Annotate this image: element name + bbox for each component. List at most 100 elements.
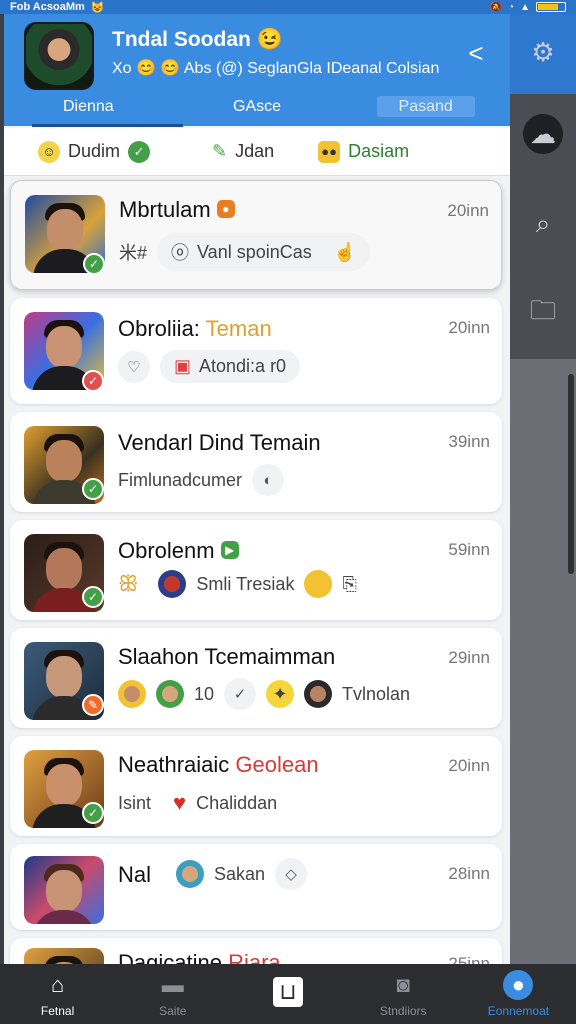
chat-item[interactable]: ✓ Vendarl Dind Temain 39inn Fimlunadcume… <box>10 412 502 512</box>
chat-item[interactable]: Dagicatine Riara 25inn <box>10 938 502 964</box>
preview-text: Smli Tresiak <box>196 573 295 594</box>
chat-name-text: Mbrtulam <box>119 197 211 222</box>
online-check-icon: ✓ <box>82 478 104 500</box>
chat-name-text: Neathraiaic <box>118 752 230 777</box>
chat-time: 20inn <box>447 201 489 220</box>
document-icon: ⎘ <box>342 573 357 594</box>
mini-avatar <box>158 570 187 598</box>
chat-preview: ꕥ Smli Tresiak ⎘ <box>118 570 357 598</box>
settings-icon[interactable]: ⚙ <box>523 32 563 72</box>
preview-pill[interactable]: ▣ Atondi:a r0 <box>160 350 301 383</box>
side-rail: ⚙ ☁ ⌕ 🗀 <box>510 14 576 969</box>
alert-badge-icon: ✓ <box>82 370 104 392</box>
chat-name: Nal <box>118 862 152 887</box>
chat-item[interactable]: ✎ Slaahon Tcemaimman 29inn 10 ✓ ✦ Tvlnol… <box>10 628 502 728</box>
preview-pill[interactable]: ⓞ Vanl spoinCas ☝ <box>157 233 371 271</box>
chat-item[interactable]: Nal 28inn Sakan ◇ <box>10 844 502 930</box>
chat-time: 28inn <box>448 864 490 883</box>
profile-avatar[interactable] <box>24 22 94 90</box>
heart-icon[interactable]: ♡ <box>118 350 150 383</box>
chat-name: Vendarl Dind Temain <box>118 430 321 455</box>
media-icon: ▣ <box>174 356 192 376</box>
chat-bubble-nav-icon: ◙ <box>396 972 410 997</box>
check-icon: ✓ <box>128 140 151 163</box>
chat-name-accent: Teman <box>205 316 272 341</box>
chat-name: Obroliia: Teman <box>118 316 272 342</box>
smile-emoji-icon <box>304 570 333 598</box>
profile-title: Tndal Soodan 😉 <box>112 28 283 52</box>
nav-center[interactable]: ⊔ <box>230 964 345 1024</box>
mini-avatar <box>304 680 333 708</box>
online-check-icon: ✓ <box>83 253 105 275</box>
chat-item[interactable]: ✓ Neathraiaic Geolean 20inn Isint ♥ Chal… <box>10 736 502 836</box>
heart-icon: ♥ <box>173 790 187 815</box>
chat-item[interactable]: ✓ Mbrtulam ● 20inn 米# ⓞ Vanl spoinCas ☝ <box>10 180 502 290</box>
touch-icon: ☝ <box>333 241 357 262</box>
preview-text: Vanl spoinCas <box>197 241 312 262</box>
filter-dasiam[interactable]: ●● Dasiam <box>318 140 410 163</box>
tab-label: GAsce <box>233 98 282 115</box>
tab-dienna[interactable]: Dienna <box>4 94 183 127</box>
preview-text: Tvlnolan <box>342 683 411 704</box>
nav-saite[interactable]: ▬ Saite <box>115 964 230 1024</box>
preview-prefix: Isint <box>118 792 152 813</box>
profile-title-text: Tndal Soodan <box>112 28 251 51</box>
mini-avatar <box>176 860 204 888</box>
preview-text: Fimlunadcumer <box>118 469 243 490</box>
tag-icon: ● <box>216 200 235 219</box>
nav-eonnemoat[interactable]: ● Eonnemoat <box>461 964 576 1024</box>
chat-item[interactable]: ✓ Obrolenm ▶ 59inn ꕥ Smli Tresiak ⎘ <box>10 520 502 620</box>
mini-avatar <box>156 680 184 708</box>
chat-time: 29inn <box>448 648 490 667</box>
preview-text: Sakan <box>214 863 266 884</box>
share-icon[interactable]: < <box>460 38 492 70</box>
chat-time: 59inn <box>448 540 490 559</box>
wifi-icon: ◔ <box>508 1 515 13</box>
folder-icon[interactable]: 🗀 <box>523 294 563 334</box>
chat-preview: ♡ ▣ Atondi:a r0 <box>118 350 301 383</box>
preview-count: 10 <box>194 683 215 704</box>
home-icon: ⌂ <box>50 972 65 997</box>
filter-label: Jdan <box>235 141 275 161</box>
tab-label: Pasand <box>376 96 475 117</box>
signal-icon: ▲ <box>520 1 530 13</box>
chat-preview: Fimlunadcumer ◐ <box>118 464 285 496</box>
avatar <box>24 856 104 924</box>
chat-bubble-icon[interactable]: ☁ <box>523 114 563 154</box>
rail-content <box>510 359 576 969</box>
online-check-icon: ✓ <box>82 802 104 824</box>
preview-prefix: 米# <box>119 243 148 263</box>
chat-preview: 10 ✓ ✦ Tvlnolan <box>118 678 410 710</box>
chat-name-text: Obrolenm <box>118 538 215 563</box>
avatar <box>24 948 104 964</box>
profile-header: Tndal Soodan 😉 Xo 😊 😊 Abs (@) SeglanGla … <box>4 14 510 127</box>
tab-pasand[interactable]: Pasand <box>341 94 510 126</box>
chat-name-accent: Geolean <box>235 752 319 777</box>
edit-badge-icon: ✎ <box>82 694 104 716</box>
app-label: Fob AcsoaMm <box>10 1 85 13</box>
chat-time: 25inn <box>448 954 490 964</box>
profile-nav-icon: ● <box>503 970 534 1000</box>
nav-home[interactable]: ⌂ Fetnal <box>0 964 115 1024</box>
nav-stndiiors[interactable]: ◙ Stndiiors <box>346 964 461 1024</box>
chat-name: Dagicatine Riara <box>118 950 281 964</box>
mini-avatar <box>118 680 146 708</box>
nav-label: Saite <box>159 1004 187 1018</box>
hands-icon: ꕥ <box>118 571 139 596</box>
search-icon[interactable]: ⌕ <box>523 204 563 244</box>
tab-gasce[interactable]: GAsce <box>173 94 342 126</box>
chat-item[interactable]: ✓ Obroliia: Teman 20inn ♡ ▣ Atondi:a r0 <box>10 298 502 404</box>
nav-label: Stndiiors <box>379 1004 427 1018</box>
chat-name: Mbrtulam ● <box>119 197 235 223</box>
filter-dudim[interactable]: ☺ Dudim ✓ <box>38 140 151 163</box>
filter-label: Dasiam <box>348 141 410 161</box>
info-icon[interactable]: ◐ <box>252 464 285 496</box>
check-icon[interactable]: ✓ <box>224 678 257 710</box>
chat-preview: 米# ⓞ Vanl spoinCas ☝ <box>119 233 371 271</box>
filter-jdan[interactable]: ✎ Jdan <box>212 141 274 162</box>
at-icon: ⓞ <box>171 243 190 263</box>
scrollbar[interactable] <box>568 374 574 574</box>
chat-icon: ▬ <box>161 972 184 997</box>
chat-name: Slaahon Tcemaimman <box>118 644 336 669</box>
diamond-icon[interactable]: ◇ <box>275 858 308 890</box>
